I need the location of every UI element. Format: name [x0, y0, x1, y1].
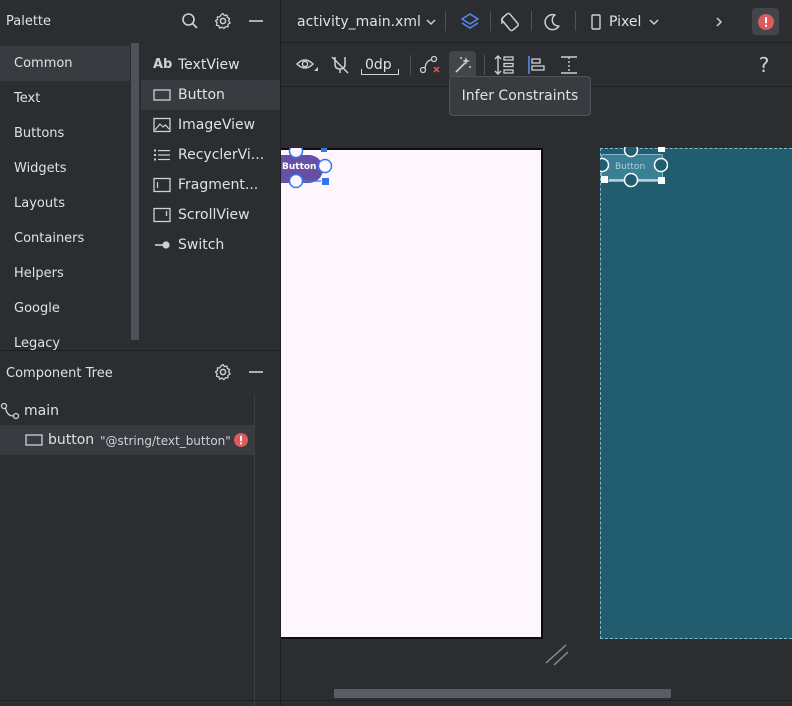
tree-item-label: main — [24, 403, 59, 419]
search-icon[interactable] — [180, 11, 200, 31]
widget-button[interactable]: Button — [141, 80, 280, 110]
align-icon[interactable] — [524, 53, 548, 77]
chevron-right-icon[interactable] — [709, 12, 729, 32]
chevron-down-icon — [425, 16, 437, 28]
widget-scrollview[interactable]: ScrollView — [141, 200, 280, 230]
guidelines-icon[interactable] — [557, 53, 581, 77]
resize-handle-icon[interactable] — [545, 643, 569, 667]
widget-recyclerview[interactable]: RecyclerVi... — [141, 140, 280, 170]
widget-label: TextView — [178, 57, 240, 73]
tree-item-main[interactable]: main — [0, 396, 254, 426]
pack-icon[interactable] — [492, 53, 516, 77]
widget-label: ImageView — [178, 117, 256, 133]
palette-title: Palette — [6, 14, 52, 29]
gear-icon[interactable] — [213, 362, 233, 382]
tree-item-button[interactable]: button "@string/text_button" — [0, 425, 254, 455]
widget-fragment[interactable]: Fragment... — [141, 170, 280, 200]
infer-constraints-tooltip: Infer Constraints — [449, 76, 591, 116]
constraint-layout-icon — [0, 402, 20, 420]
gear-icon[interactable] — [213, 11, 233, 31]
default-margin-selector[interactable]: 0dp — [358, 55, 402, 77]
palette-header: Palette — [0, 0, 281, 43]
widget-label: Button — [178, 87, 225, 103]
widget-imageview[interactable]: ImageView — [141, 110, 280, 140]
imageview-icon — [153, 110, 175, 140]
palette-widgets: Ab TextView Button ImageView RecyclerVi.… — [141, 43, 281, 350]
category-helpers[interactable]: Helpers — [0, 256, 130, 291]
night-mode-icon[interactable] — [539, 9, 565, 35]
bottom-border — [0, 700, 792, 701]
recyclerview-icon — [153, 140, 175, 170]
category-buttons[interactable]: Buttons — [0, 116, 130, 151]
blueprint-surface[interactable]: Button — [600, 147, 792, 639]
button-icon — [153, 80, 175, 110]
tree-item-type: button — [48, 432, 95, 448]
fragment-icon — [153, 170, 175, 200]
error-indicator-icon[interactable] — [752, 8, 779, 35]
error-icon[interactable] — [234, 433, 248, 447]
margin-value: 0dp — [365, 57, 392, 73]
layers-icon[interactable] — [457, 9, 483, 35]
palette-categories: Common Text Buttons Widgets Layouts Cont… — [0, 43, 140, 350]
phone-icon — [590, 14, 602, 30]
scrollview-icon — [153, 200, 175, 230]
minimize-icon[interactable] — [246, 362, 266, 382]
selected-button[interactable]: Button — [281, 148, 333, 189]
category-widgets[interactable]: Widgets — [0, 151, 130, 186]
file-name: activity_main.xml — [297, 14, 421, 30]
tree-item-text-ref: "@string/text_button" — [100, 434, 231, 448]
widget-switch[interactable]: Switch — [141, 230, 280, 260]
categories-scrollbar[interactable] — [131, 43, 139, 340]
widget-label: Switch — [178, 237, 225, 253]
component-tree-header: Component Tree — [0, 351, 281, 394]
editor-toolbar: activity_main.xml Pixel — [281, 0, 792, 43]
autoconnect-off-icon[interactable] — [327, 54, 353, 76]
textview-icon: Ab — [153, 57, 173, 72]
eye-icon[interactable] — [294, 54, 320, 76]
widget-label: RecyclerVi... — [178, 147, 265, 163]
blueprint-button[interactable]: Button — [600, 147, 668, 188]
design-surface[interactable]: Button — [281, 148, 543, 639]
horizontal-scrollbar[interactable] — [334, 689, 671, 698]
widget-label: Fragment... — [178, 177, 259, 193]
category-legacy[interactable]: Legacy — [0, 326, 130, 350]
category-google[interactable]: Google — [0, 291, 130, 326]
widget-label: ScrollView — [178, 207, 250, 223]
category-text[interactable]: Text — [0, 81, 130, 116]
switch-icon — [153, 230, 175, 260]
infer-constraints-icon[interactable] — [449, 51, 476, 79]
device-name: Pixel — [609, 14, 642, 30]
minimize-icon[interactable] — [246, 11, 266, 31]
widget-textview[interactable]: Ab TextView — [141, 50, 280, 80]
tree-divider — [254, 394, 255, 706]
category-layouts[interactable]: Layouts — [0, 186, 130, 221]
button-icon — [25, 433, 43, 447]
category-common[interactable]: Common — [0, 46, 130, 81]
chevron-down-icon — [648, 16, 660, 28]
clear-constraints-icon[interactable] — [417, 54, 443, 76]
category-containers[interactable]: Containers — [0, 221, 130, 256]
file-selector[interactable]: activity_main.xml — [297, 10, 436, 34]
component-tree-title: Component Tree — [6, 366, 113, 381]
orientation-icon[interactable] — [497, 9, 523, 35]
help-icon[interactable]: ? — [753, 53, 775, 77]
